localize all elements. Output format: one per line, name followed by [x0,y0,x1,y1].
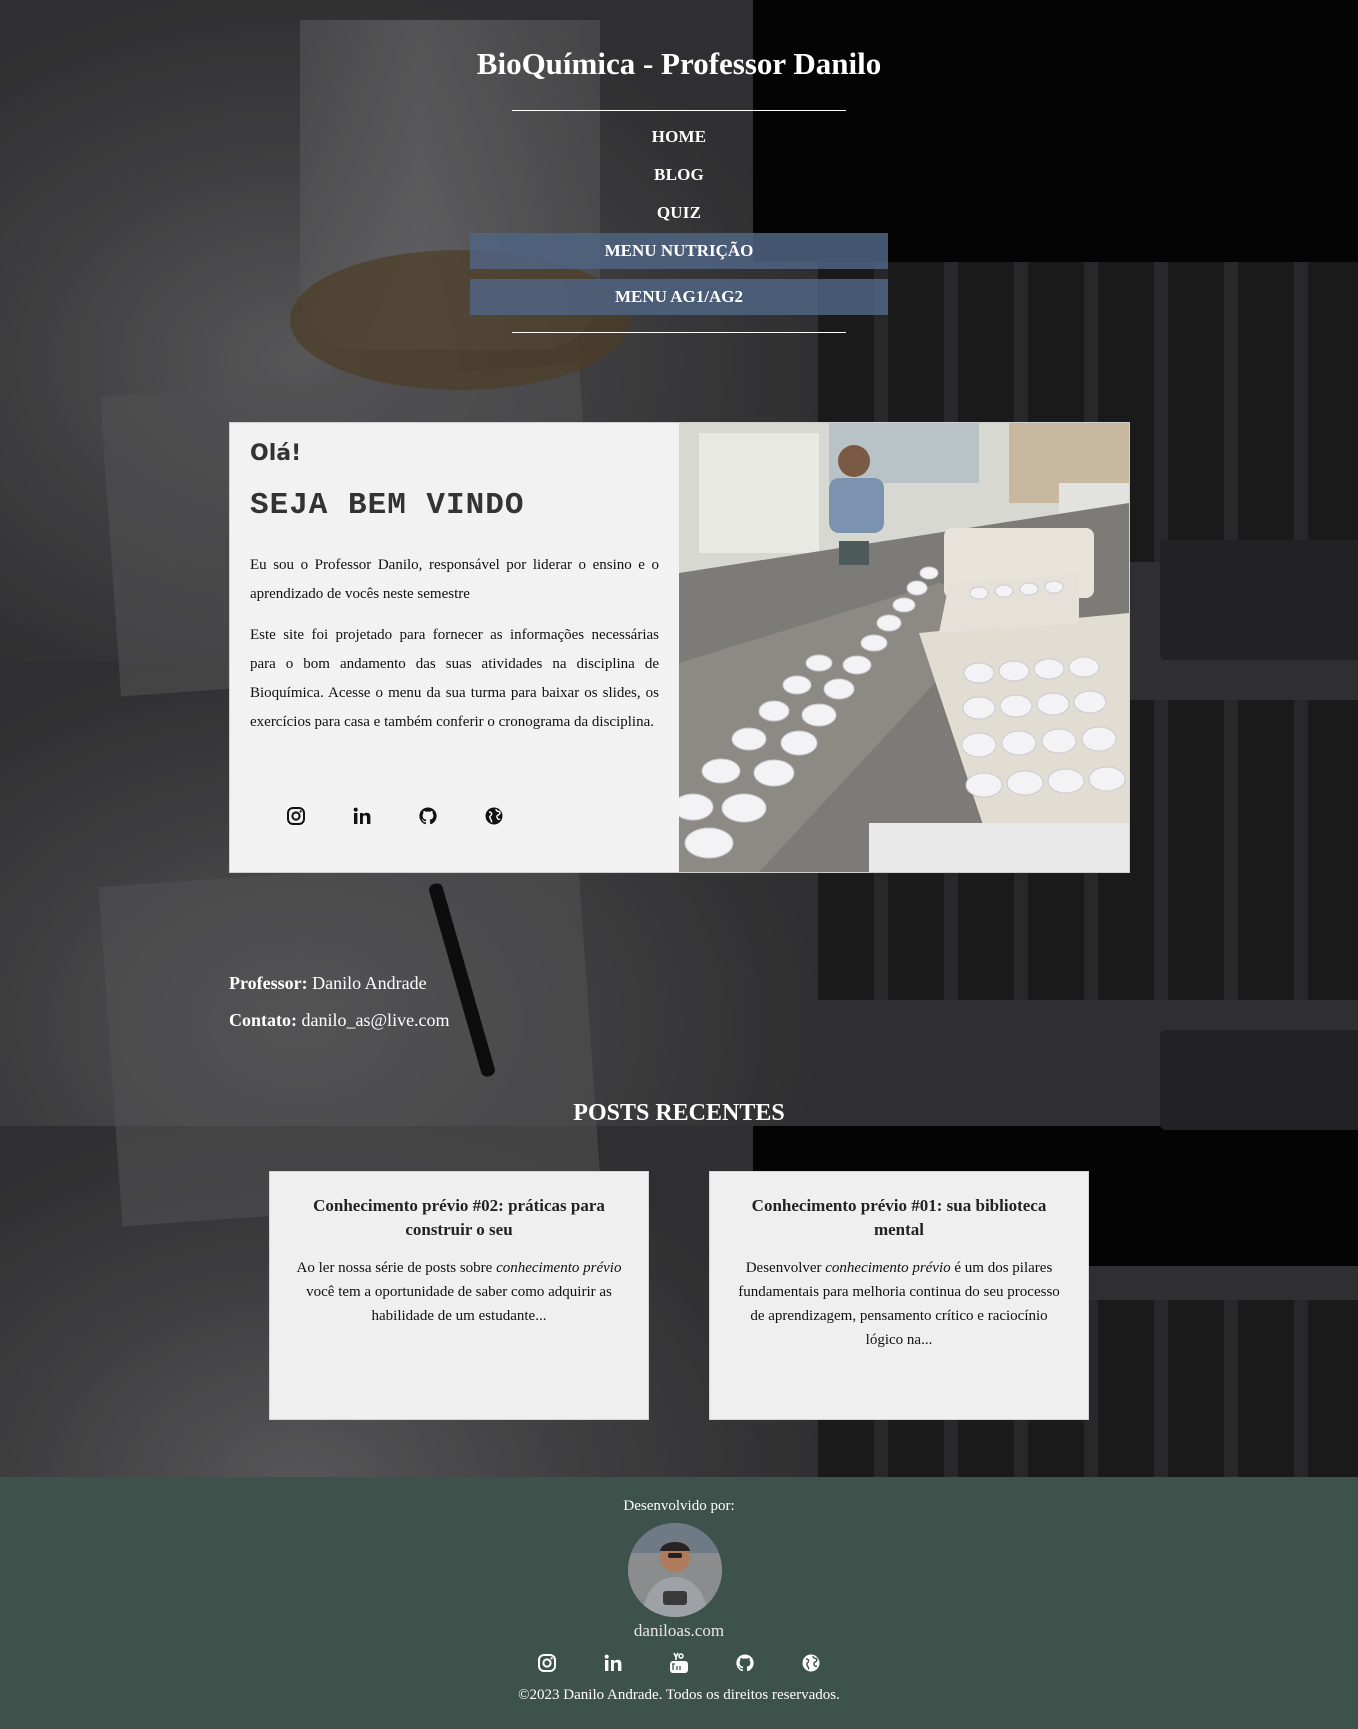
contact-label: Contato: [229,1010,297,1030]
instagram-icon[interactable] [533,1649,561,1677]
instagram-icon[interactable] [282,802,310,830]
github-icon[interactable] [414,802,442,830]
nav-home-link[interactable]: HOME [470,127,888,147]
developer-avatar [628,1523,722,1617]
welcome-social-links [282,801,508,831]
menu-ag-button[interactable]: MENU AG1/AG2 [470,279,888,315]
welcome-heading: SEJA BEM VINDO [250,488,525,523]
copyright: ©2023 Danilo Andrade. Todos os direitos … [518,1687,840,1703]
post-card[interactable]: Conhecimento prévio #01: sua biblioteca … [709,1171,1089,1420]
post-title[interactable]: Conhecimento prévio #02: práticas para c… [294,1194,624,1242]
site-title: BioQuímica - Professor Danilo [476,46,882,81]
greeting: Olá! [250,441,302,466]
welcome-card: Olá! SEJA BEM VINDO Eu sou o Professor D… [229,422,1130,873]
footer-social-links [533,1649,825,1677]
nav-quiz-link[interactable]: QUIZ [470,203,888,223]
welcome-text: Olá! SEJA BEM VINDO Eu sou o Professor D… [250,441,659,749]
professor-label: Professor: [229,973,308,993]
nav-blog-link[interactable]: BLOG [470,165,888,185]
post-excerpt: Ao ler nossa série de posts sobre conhec… [296,1260,622,1324]
site-footer: Desenvolvido por: daniloas.com ©2023 Dan [0,1477,1358,1729]
menu-nutricao-button[interactable]: MENU NUTRIÇÃO [470,233,888,269]
professor-info: Professor: Danilo Andrade [229,973,427,994]
linkedin-icon[interactable] [348,802,376,830]
header-divider-top [512,110,846,111]
youtube-icon[interactable] [665,1649,693,1677]
linkedin-icon[interactable] [599,1649,627,1677]
header-divider-bottom [512,332,846,333]
welcome-paragraph-2: Este site foi projetado para fornecer as… [250,627,659,730]
globe-icon[interactable] [480,802,508,830]
post-excerpt: Desenvolver conhecimento prévio é um dos… [738,1260,1060,1348]
contact-email[interactable]: danilo_as@live.com [302,1010,450,1030]
lab-photo [679,423,1129,872]
github-icon[interactable] [731,1649,759,1677]
contact-info: Contato: danilo_as@live.com [229,1010,450,1031]
post-card[interactable]: Conhecimento prévio #02: práticas para c… [269,1171,649,1420]
professor-name: Danilo Andrade [312,973,427,993]
post-title[interactable]: Conhecimento prévio #01: sua biblioteca … [734,1194,1064,1242]
globe-icon[interactable] [797,1649,825,1677]
developer-site-link[interactable]: daniloas.com [0,1621,1358,1641]
welcome-paragraph-1: Eu sou o Professor Danilo, responsável p… [250,557,659,602]
developed-by-label: Desenvolvido por: [623,1498,735,1514]
recent-posts-title: POSTS RECENTES [573,1100,785,1126]
